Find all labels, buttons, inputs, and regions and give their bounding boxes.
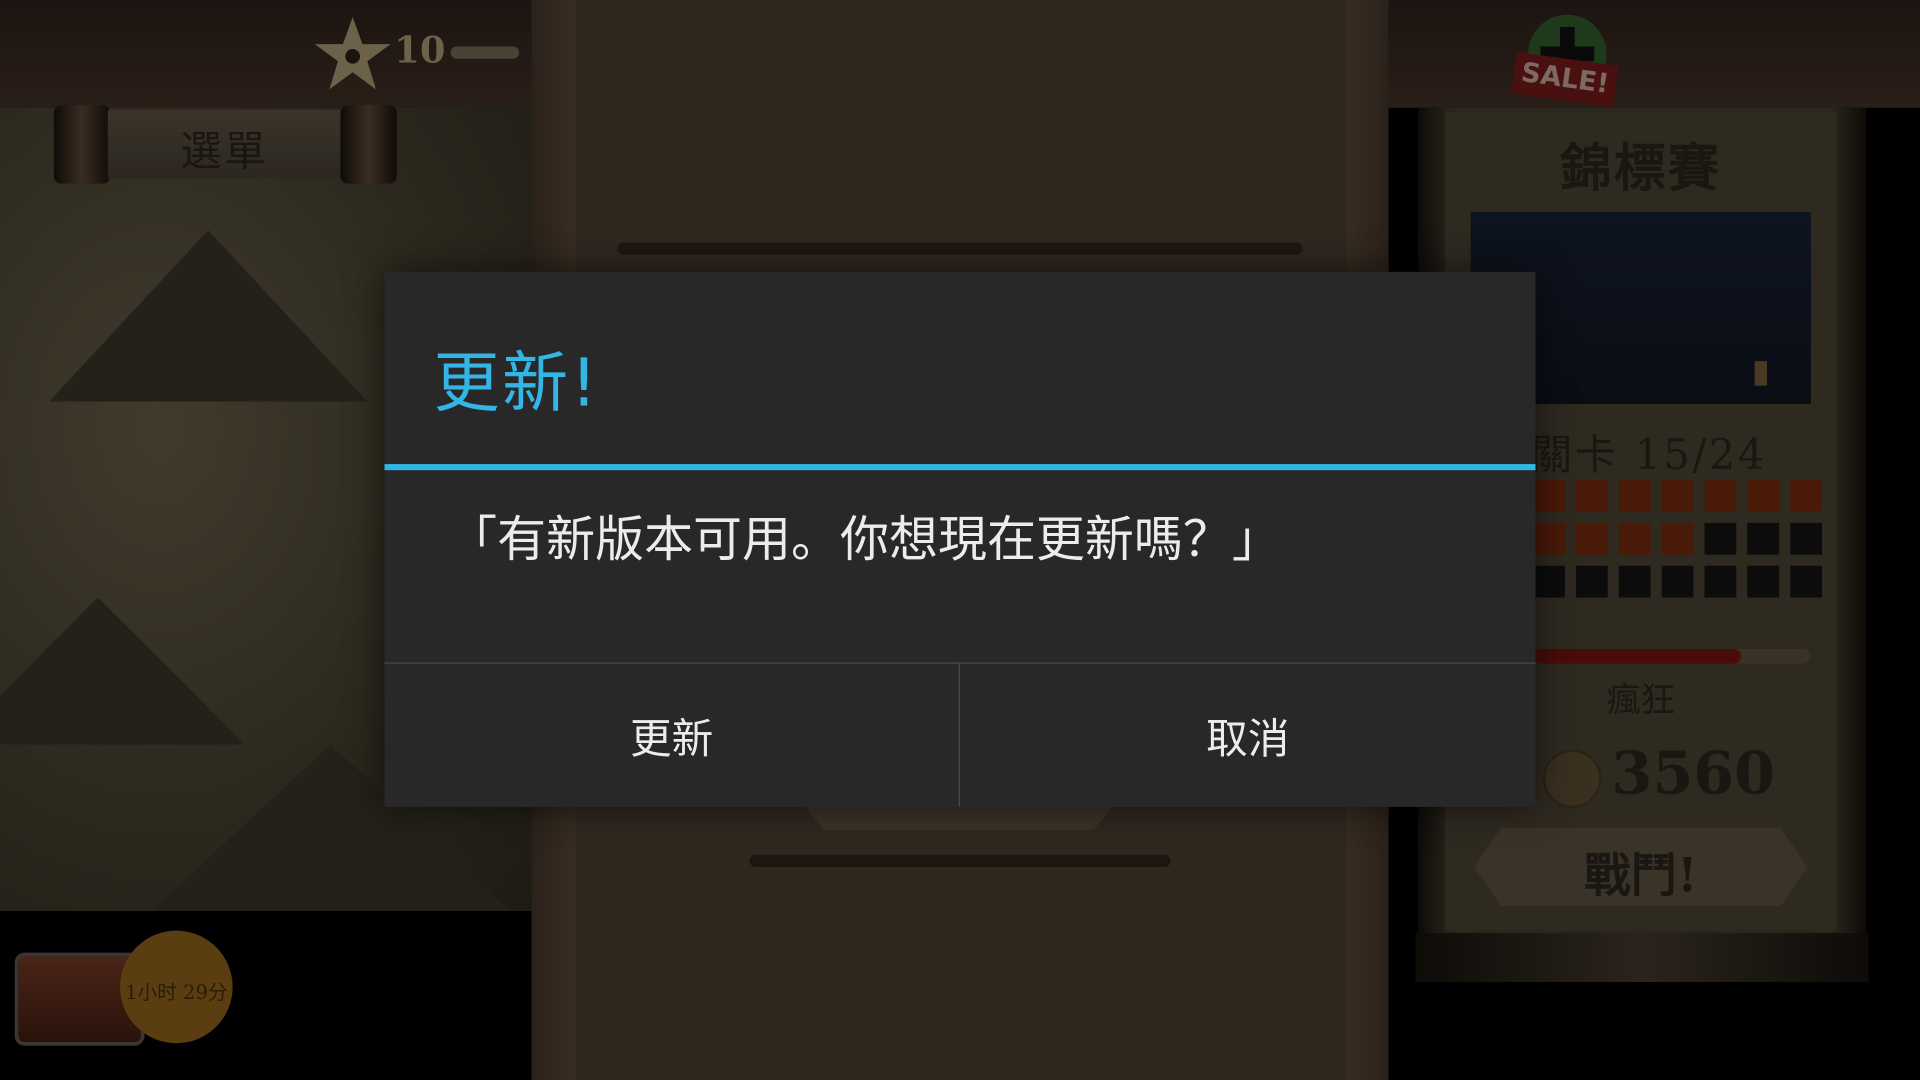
update-button[interactable]: 更新 [384, 664, 958, 807]
star-progress-bar [450, 46, 520, 59]
right-top-bar [1388, 0, 1920, 108]
level-cell [1790, 565, 1823, 598]
mountain [48, 230, 368, 402]
dialog-title: 更新! [433, 344, 600, 422]
level-cell [1747, 565, 1780, 598]
level-cell [1661, 565, 1694, 598]
coin-value: 3560 [1611, 739, 1776, 809]
level-cell [1575, 522, 1608, 555]
level-cell [1618, 565, 1651, 598]
level-cell [1533, 522, 1565, 555]
level-cell [1747, 480, 1780, 512]
level-cell [1790, 480, 1823, 512]
star-icon [314, 17, 391, 90]
level-cell [1661, 480, 1694, 512]
coin-icon [1542, 749, 1602, 809]
timer-text: 1小时 29分 [125, 980, 228, 1005]
menu-button[interactable]: 選單 [39, 105, 409, 184]
level-cell [1661, 522, 1694, 555]
level-text: 關卡 15/24 [1530, 431, 1767, 481]
championship-title: 錦標賽 [1559, 138, 1722, 199]
level-cell [1575, 480, 1608, 512]
cancel-button[interactable]: 取消 [960, 664, 1536, 807]
update-dialog: 更新! 「有新版本可用。你想現在更新嗎？」 更新 取消 [384, 271, 1536, 807]
level-grid [1533, 480, 1823, 598]
level-cell [1790, 522, 1823, 555]
level-cell [1618, 480, 1651, 512]
level-cell [1704, 565, 1737, 598]
scroll-rod [1415, 933, 1869, 983]
level-cell [1533, 565, 1565, 598]
divider [617, 242, 1303, 255]
game-screen: 10 選單 1小时 29分 SALE! 錦標賽 關卡 15/24 瘋狂 3560… [0, 0, 1920, 1080]
mountain [0, 597, 245, 745]
level-cell [1704, 480, 1737, 512]
level-cell [1575, 565, 1608, 598]
divider [749, 854, 1171, 867]
level-cell [1704, 522, 1737, 555]
championship-progress [1533, 648, 1810, 664]
dialog-message: 「有新版本可用。你想現在更新嗎？」 [448, 511, 1281, 569]
title-divider [384, 464, 1536, 471]
fight-label: 戰鬥! [1584, 847, 1698, 903]
star-count: 10 [394, 29, 446, 73]
level-cell [1747, 522, 1780, 555]
level-cell [1533, 480, 1565, 512]
menu-label: 選單 [180, 127, 269, 177]
level-cell [1618, 522, 1651, 555]
